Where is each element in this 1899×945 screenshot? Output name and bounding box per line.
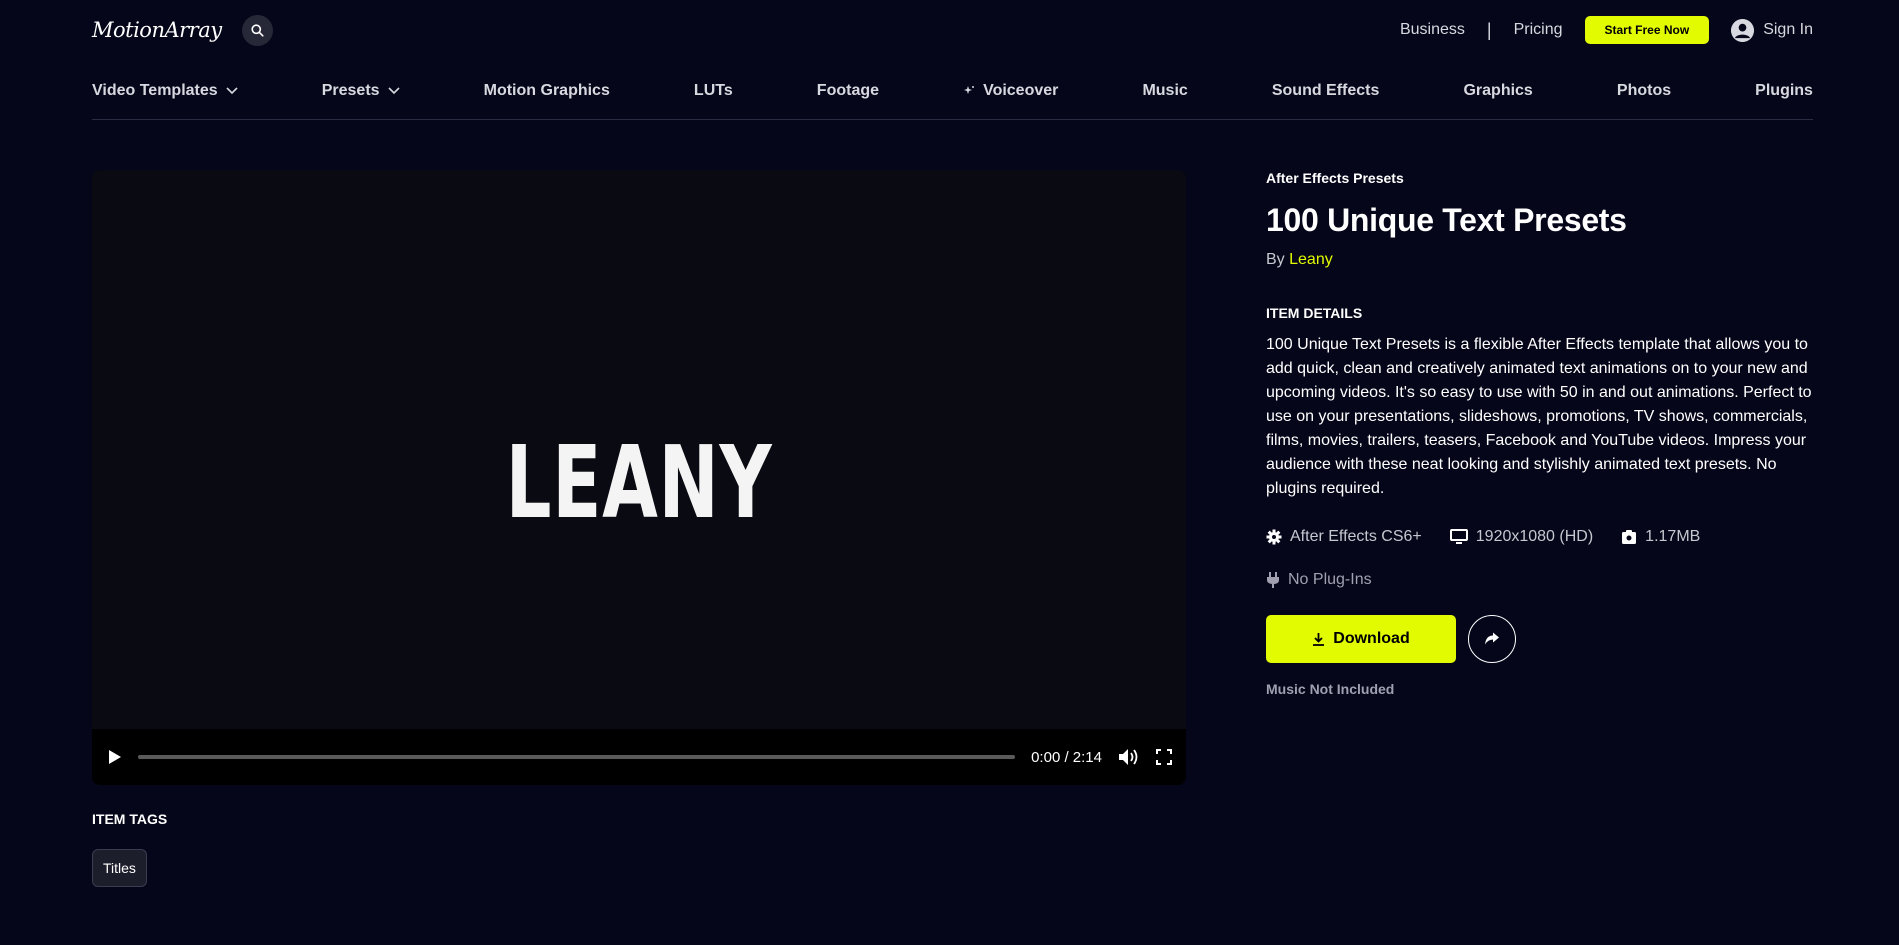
nav-luts[interactable]: LUTs	[694, 82, 733, 100]
fullscreen-button[interactable]	[1156, 749, 1172, 765]
video-progress-bar[interactable]	[138, 755, 1016, 759]
category-nav: Video Templates Presets Motion Graphics …	[92, 82, 1813, 120]
spec-software: After Effects CS6+	[1266, 528, 1422, 546]
spec-filesize-label: 1.17MB	[1645, 528, 1701, 545]
nav-graphics[interactable]: Graphics	[1463, 82, 1532, 100]
search-button[interactable]	[241, 14, 273, 46]
nav-label: Presets	[321, 82, 380, 99]
item-title: 100 Unique Text Presets	[1266, 202, 1627, 238]
download-icon	[1313, 633, 1325, 646]
video-player[interactable]: LEANY 0:00 / 2:14	[92, 170, 1186, 785]
monitor-icon	[1449, 529, 1468, 544]
sign-in-link[interactable]: Sign In	[1731, 18, 1813, 42]
chevron-down-icon	[387, 87, 400, 95]
search-icon	[251, 23, 264, 37]
share-icon	[1485, 632, 1499, 645]
nav-label: Voiceover	[983, 82, 1059, 99]
by-label: By	[1266, 251, 1285, 268]
nav-motion-graphics[interactable]: Motion Graphics	[484, 82, 610, 100]
nav-video-templates[interactable]: Video Templates	[92, 82, 238, 100]
nav-music[interactable]: Music	[1142, 82, 1187, 100]
user-icon	[1731, 18, 1755, 42]
details-heading: ITEM DETAILS	[1266, 305, 1363, 321]
tags-heading: ITEM TAGS	[92, 811, 168, 827]
item-specs: After Effects CS6+ 1920x1080 (HD) 1.17MB	[1266, 528, 1814, 546]
nav-plugins[interactable]: Plugins	[1755, 82, 1813, 100]
spec-software-label: After Effects CS6+	[1290, 528, 1422, 545]
file-size-icon	[1622, 530, 1637, 544]
spec-filesize: 1.17MB	[1621, 528, 1700, 546]
play-icon	[109, 750, 121, 764]
fullscreen-icon	[1156, 749, 1172, 765]
nav-sound-effects[interactable]: Sound Effects	[1272, 82, 1380, 100]
video-frame-text: LEANY	[505, 424, 773, 541]
spec-plugins-label: No Plug-Ins	[1288, 571, 1372, 588]
nav-label: Video Templates	[92, 82, 218, 99]
tag-titles[interactable]: Titles	[92, 849, 147, 887]
byline: By Leany	[1266, 251, 1814, 269]
item-description: 100 Unique Text Presets is a flexible Af…	[1266, 336, 1812, 497]
item-info: After Effects Presets 100 Unique Text Pr…	[1266, 170, 1814, 697]
plug-icon	[1267, 572, 1279, 588]
video-controls: 0:00 / 2:14	[92, 729, 1186, 785]
start-free-button[interactable]: Start Free Now	[1584, 16, 1710, 44]
nav-voiceover[interactable]: Voiceover	[963, 82, 1058, 100]
sign-in-label: Sign In	[1763, 21, 1813, 38]
volume-icon	[1119, 749, 1138, 765]
top-right-nav: Business | Pricing Start Free Now Sign I…	[1400, 16, 1813, 44]
volume-button[interactable]	[1118, 748, 1140, 766]
spec-resolution: 1920x1080 (HD)	[1449, 528, 1594, 546]
play-button[interactable]	[108, 749, 122, 765]
logo[interactable]: MotionArray	[92, 18, 222, 42]
nav-separator: |	[1486, 19, 1492, 40]
pricing-link[interactable]: Pricing	[1514, 21, 1563, 39]
item-actions: Download	[1266, 615, 1814, 663]
spec-plugins: No Plug-Ins	[1266, 571, 1814, 589]
author-link[interactable]: Leany	[1289, 251, 1333, 268]
nav-photos[interactable]: Photos	[1617, 82, 1671, 100]
nav-footage[interactable]: Footage	[817, 82, 879, 100]
category-link[interactable]: After Effects Presets	[1266, 170, 1814, 186]
business-link[interactable]: Business	[1400, 21, 1465, 39]
video-time: 0:00 / 2:14	[1031, 748, 1102, 766]
chevron-down-icon	[226, 87, 238, 95]
music-note: Music Not Included	[1266, 681, 1395, 697]
top-bar: MotionArray Business | Pricing Start Fre…	[92, 12, 1813, 48]
share-button[interactable]	[1468, 615, 1516, 663]
download-button[interactable]: Download	[1266, 615, 1456, 663]
gear-icon	[1266, 529, 1282, 545]
spec-resolution-label: 1920x1080 (HD)	[1475, 528, 1594, 545]
sparkle-icon	[964, 86, 975, 94]
brand: MotionArray	[92, 14, 273, 46]
download-label: Download	[1333, 630, 1410, 647]
nav-presets[interactable]: Presets	[322, 82, 400, 100]
